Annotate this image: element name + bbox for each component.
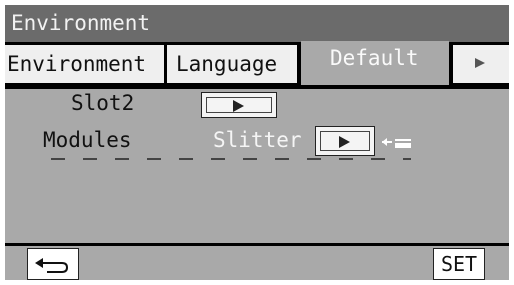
modules-value: Slitter (213, 128, 302, 152)
return-arrow-icon (35, 258, 69, 273)
triangle-right-icon (475, 58, 485, 68)
slot-label: Slot2 (71, 91, 135, 115)
tab-environment[interactable]: Environment (5, 45, 164, 83)
triangle-right-icon (233, 100, 244, 112)
footer-bar: SET (5, 246, 509, 280)
device-screen: Environment Environment Language Default… (5, 5, 509, 280)
settings-panel: Slot2 Modules Slitter (5, 89, 509, 243)
set-button[interactable]: SET (433, 248, 485, 280)
triangle-right-icon (339, 136, 350, 148)
set-button-label: SET (440, 252, 478, 276)
tab-label: Language (176, 52, 278, 76)
tab-language[interactable]: Language (167, 45, 297, 83)
modules-label: Modules (43, 128, 132, 152)
modules-select-button[interactable] (315, 126, 375, 156)
tab-default[interactable]: Default (301, 41, 449, 85)
window-title: Environment (11, 11, 151, 35)
arrow-into-module-icon (382, 136, 412, 150)
title-bar: Environment (5, 5, 509, 42)
tab-label: Default (330, 46, 419, 70)
back-button[interactable] (27, 248, 79, 280)
tab-scroll-right-button[interactable] (453, 45, 509, 83)
slot-select-button[interactable] (201, 92, 277, 118)
tab-label: Environment (7, 52, 147, 76)
